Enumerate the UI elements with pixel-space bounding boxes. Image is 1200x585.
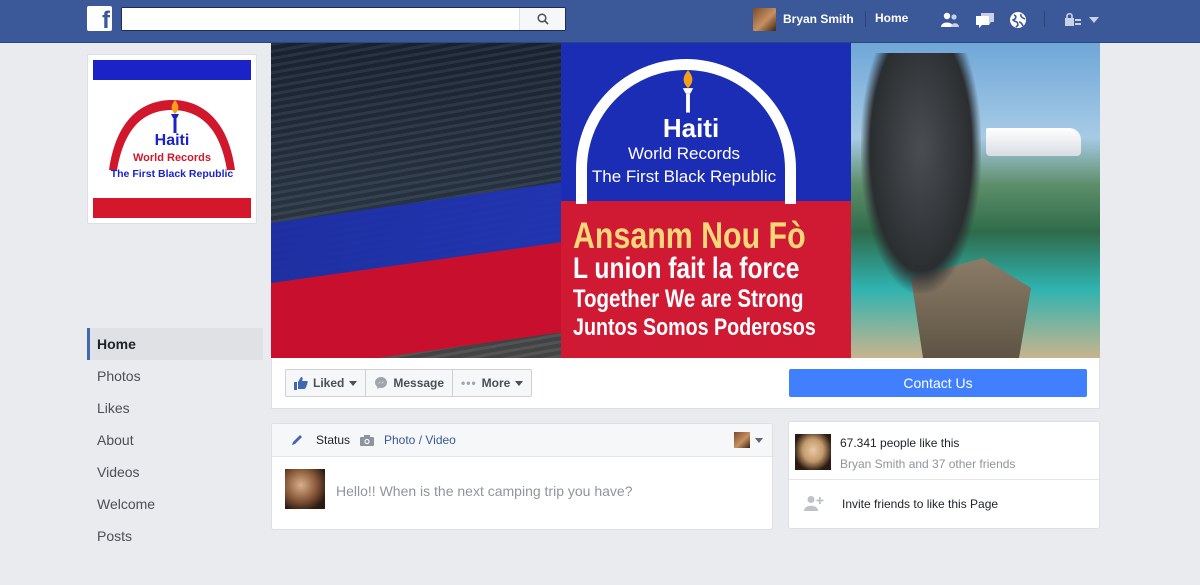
camera-icon xyxy=(360,434,374,446)
user-name: Bryan Smith xyxy=(783,12,854,26)
divider xyxy=(1044,11,1045,27)
thumbs-up-icon xyxy=(294,376,308,390)
tab-status[interactable]: Status xyxy=(290,433,350,447)
logo-tagline: The First Black Republic xyxy=(110,168,234,180)
more-button[interactable]: ••• More xyxy=(453,370,531,396)
liked-label: Liked xyxy=(313,376,345,390)
account-menu-caret-icon[interactable] xyxy=(1083,10,1105,30)
messages-icon[interactable] xyxy=(974,10,996,30)
logo-subtitle: World Records xyxy=(132,152,212,164)
sidebar-item-videos[interactable]: Videos xyxy=(87,456,263,488)
facebook-logo-icon[interactable]: f xyxy=(87,6,112,31)
slogan-english: Together We are Strong xyxy=(573,285,804,313)
sidebar-item-about[interactable]: About xyxy=(87,424,263,456)
flag-stripe-blue xyxy=(93,60,251,80)
page-likes-box: 67.341 people like this Bryan Smith and … xyxy=(788,421,1100,529)
friends-icon[interactable] xyxy=(939,10,961,30)
divider xyxy=(789,479,1099,480)
cover-logo-subtitle: World Records xyxy=(627,144,741,163)
home-link[interactable]: Home xyxy=(875,11,908,25)
profile-picture[interactable]: Haiti World Records The First Black Repu… xyxy=(87,54,257,224)
cover-logo-tagline: The First Black Republic xyxy=(591,167,777,186)
profile-link[interactable]: Bryan Smith xyxy=(753,7,854,31)
page-actions: Liked Message ••• More xyxy=(285,369,533,397)
chevron-down-icon xyxy=(755,437,763,443)
invite-friends-link[interactable]: Invite friends to like this Page xyxy=(842,497,998,511)
search-box xyxy=(121,7,566,31)
privacy-lock-icon[interactable] xyxy=(1062,10,1084,30)
message-button[interactable]: Message xyxy=(366,370,454,396)
top-navigation-bar: f Bryan Smith Home xyxy=(0,0,1200,43)
add-friend-icon xyxy=(804,496,824,511)
logo-title: Haiti xyxy=(154,132,190,149)
tab-photo-video[interactable]: Photo / Video xyxy=(359,433,456,447)
composer-tabs: Status Photo / Video xyxy=(272,424,772,457)
sidebar-item-photos[interactable]: Photos xyxy=(87,360,263,392)
liked-button[interactable]: Liked xyxy=(286,370,367,396)
cruise-ship-image xyxy=(986,128,1081,156)
avatar xyxy=(285,469,325,509)
facebook-logo-letter: f xyxy=(102,7,110,31)
slogan-spanish: Juntos Somos Poderosos xyxy=(573,314,816,341)
sidebar-item-home[interactable]: Home xyxy=(87,328,263,360)
contact-us-button[interactable]: Contact Us xyxy=(789,369,1087,397)
page-logo: Haiti World Records The First Black Repu… xyxy=(93,60,251,218)
divider xyxy=(865,11,866,27)
composer-body[interactable]: Hello!! When is the next camping trip yo… xyxy=(272,457,772,529)
status-tab-label: Status xyxy=(316,433,351,447)
photo-video-tab-label: Photo / Video xyxy=(384,433,456,447)
avatar[interactable] xyxy=(795,434,831,470)
likes-count[interactable]: 67.341 people like this xyxy=(840,436,959,450)
notifications-globe-icon[interactable] xyxy=(1007,10,1029,30)
statue-image xyxy=(861,53,981,293)
chevron-down-icon xyxy=(515,380,524,386)
sidebar-item-likes[interactable]: Likes xyxy=(87,392,263,424)
chevron-down-icon xyxy=(349,380,358,386)
flag-stripe-red xyxy=(93,198,251,218)
messenger-icon xyxy=(375,377,388,389)
avatar xyxy=(753,7,776,31)
search-button[interactable] xyxy=(519,8,565,30)
post-text[interactable]: Hello!! When is the next camping trip yo… xyxy=(336,483,633,499)
more-label: More xyxy=(481,376,511,390)
post-composer: Status Photo / Video Hello!! When is the… xyxy=(271,423,773,530)
search-input[interactable] xyxy=(122,8,518,30)
message-label: Message xyxy=(393,376,445,390)
slogan-kreyol: Ansanm Nou Fò xyxy=(573,215,806,256)
more-dots-icon: ••• xyxy=(461,376,477,390)
avatar xyxy=(734,432,750,448)
torch-icon xyxy=(682,70,694,113)
post-as-selector[interactable] xyxy=(734,432,763,448)
page-action-bar: Liked Message ••• More Contact Us xyxy=(271,358,1100,409)
sidebar-item-welcome[interactable]: Welcome xyxy=(87,488,263,520)
sidebar-item-posts[interactable]: Posts xyxy=(87,520,263,552)
cover-photo[interactable]: Haiti World Records The First Black Repu… xyxy=(271,43,1100,358)
torch-icon xyxy=(171,100,179,133)
pencil-icon xyxy=(292,435,302,445)
slogan-french: L union fait la force xyxy=(573,252,800,285)
search-icon xyxy=(536,13,549,25)
page-sidebar-nav: Home Photos Likes About Videos Welcome P… xyxy=(87,328,263,552)
friends-who-like[interactable]: Bryan Smith and 37 other friends xyxy=(840,457,1015,471)
cover-logo-title: Haiti xyxy=(662,113,720,143)
